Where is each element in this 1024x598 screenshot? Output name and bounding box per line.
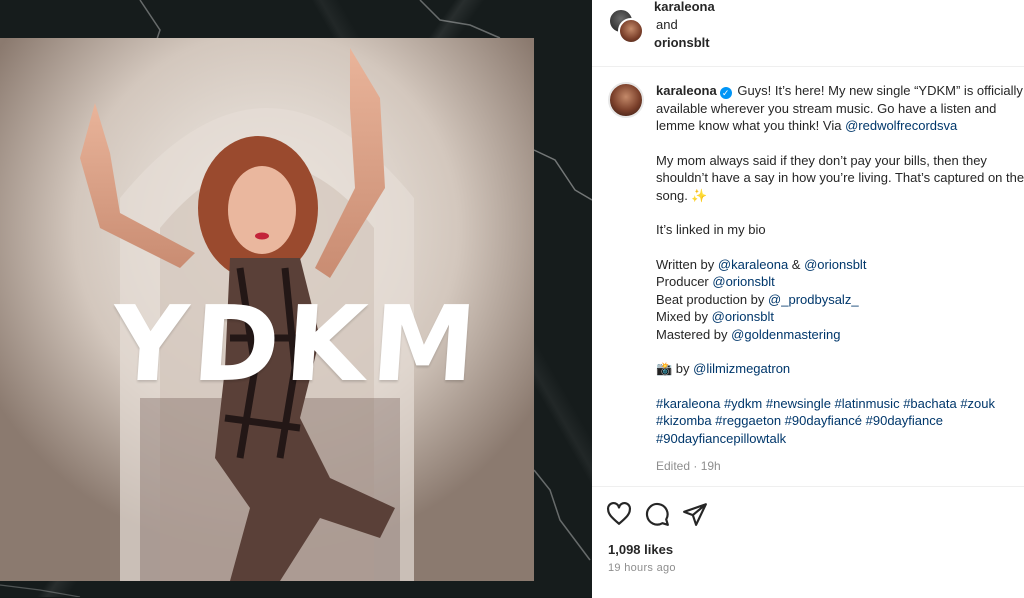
- mention-link[interactable]: @karaleona: [718, 257, 788, 272]
- header-and: and: [656, 17, 678, 32]
- mention-link[interactable]: @orionsblt: [712, 309, 774, 324]
- post-side-panel: karaleona and orionsblt karaleona ✓ Guys!…: [592, 0, 1024, 598]
- credit-label: Producer: [656, 274, 713, 289]
- hashtag-link[interactable]: #karaleona: [656, 396, 720, 411]
- avatar[interactable]: [608, 82, 644, 118]
- caption-text: lemme know what you think! Via: [656, 118, 846, 133]
- hashtag-link[interactable]: #reggaeton: [715, 413, 781, 428]
- credit-label: Mastered by: [656, 326, 732, 342]
- edited-timestamp: Edited · 19h: [656, 459, 721, 473]
- hashtag-link[interactable]: #bachata: [903, 396, 957, 411]
- collab-avatars[interactable]: [608, 8, 644, 44]
- post-image[interactable]: YDKM: [0, 38, 534, 581]
- credit-label: &: [788, 256, 805, 272]
- mention-link[interactable]: @orionsblt: [712, 274, 774, 289]
- credit-label: Beat production by: [656, 291, 769, 307]
- caption-text: available wherever you stream music. Go …: [656, 100, 997, 116]
- caption-username[interactable]: karaleona: [656, 83, 717, 98]
- header-username-karaleona[interactable]: karaleona: [654, 0, 715, 16]
- likes-count[interactable]: 1,098 likes: [608, 542, 673, 557]
- credit-label: Written by: [656, 256, 718, 272]
- hashtag-link[interactable]: #90dayfiancé: [785, 413, 862, 428]
- hashtag-link[interactable]: #90dayfiancepillowtalk: [656, 431, 786, 446]
- caption-text: shouldn’t have a say in how you’re livin…: [656, 170, 1024, 185]
- caption-text: It’s linked in my bio: [656, 222, 766, 237]
- mention-link[interactable]: @lilmizmegatron: [693, 361, 790, 376]
- mention-link[interactable]: @goldenmastering: [731, 327, 840, 342]
- mention-link[interactable]: @orionsblt: [804, 257, 866, 272]
- caption-text: My mom always said if they don’t pay you…: [656, 152, 987, 168]
- caption-body: karaleona ✓ Guys! It’s here! My new singl…: [656, 82, 1024, 476]
- credit-label: Mixed by: [656, 309, 712, 324]
- hashtag-link[interactable]: #latinmusic: [835, 396, 900, 411]
- hashtag-link[interactable]: #zouk: [960, 396, 995, 411]
- credit-label: by: [672, 361, 694, 376]
- heart-icon[interactable]: [606, 501, 632, 527]
- action-bar: 1,098 likes 19 hours ago: [592, 486, 1024, 598]
- caption-text: song. ✨: [656, 187, 708, 203]
- caption-text: Guys! It’s here! My new single “YDKM” is…: [737, 83, 1023, 98]
- mention-link[interactable]: @redwolfrecordsva: [845, 118, 957, 133]
- comment-icon[interactable]: [644, 501, 670, 527]
- mention-link[interactable]: @_prodbysalz_: [768, 292, 859, 307]
- collab-names: karaleona and orionsblt: [654, 0, 715, 52]
- post-header: karaleona and orionsblt: [592, 0, 1024, 67]
- camera-icon: 📸: [656, 361, 673, 376]
- hashtag-link[interactable]: #kizomba: [656, 413, 712, 428]
- post-title-overlay: YDKM: [107, 283, 486, 405]
- avatar[interactable]: [618, 18, 644, 44]
- post-time[interactable]: 19 hours ago: [608, 562, 676, 574]
- hashtag-link[interactable]: #newsingle: [766, 396, 831, 411]
- header-username-orionsblt[interactable]: orionsblt: [654, 34, 715, 52]
- hashtag-link[interactable]: #90dayfiance: [866, 413, 943, 428]
- hashtag-link[interactable]: #ydkm: [724, 396, 762, 411]
- verified-badge-icon: ✓: [719, 87, 732, 99]
- share-icon[interactable]: [682, 501, 708, 527]
